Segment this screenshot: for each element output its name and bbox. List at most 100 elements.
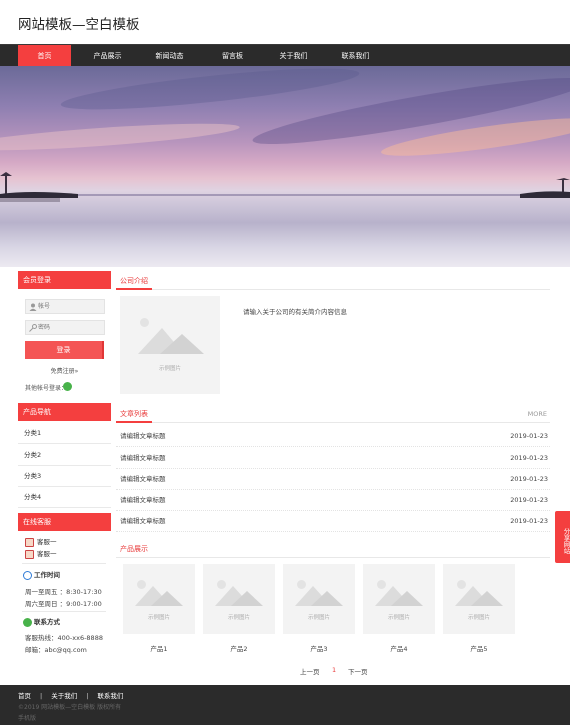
company-image: 示例图片 bbox=[120, 296, 220, 394]
category-item[interactable]: 分类3 bbox=[18, 466, 111, 487]
username-field[interactable] bbox=[25, 299, 105, 314]
article-row[interactable]: 请编辑文章标题 2019-01-23 bbox=[116, 511, 550, 532]
divider bbox=[22, 611, 106, 612]
nav-item-contact[interactable]: 联系我们 bbox=[328, 45, 383, 67]
clock-icon bbox=[23, 570, 32, 580]
key-icon bbox=[29, 324, 37, 332]
product-image[interactable]: 示例图片 bbox=[443, 564, 515, 634]
username-input[interactable] bbox=[38, 301, 102, 312]
pager-prev[interactable]: 上一页 bbox=[300, 666, 320, 676]
articles-section-title[interactable]: 文章列表 bbox=[116, 405, 152, 423]
article-date: 2019-01-23 bbox=[510, 475, 548, 483]
contact-label: 联系方式 bbox=[34, 618, 60, 626]
article-title[interactable]: 请编辑文章标题 bbox=[120, 469, 166, 490]
articles-more-link[interactable]: MORE bbox=[528, 405, 547, 423]
wechat-login-icon[interactable] bbox=[63, 382, 72, 391]
products-section-title[interactable]: 产品展示 bbox=[116, 540, 152, 558]
image-caption: 示例图片 bbox=[227, 615, 250, 621]
footer-copyright: ©2019 网站模板—空白模板 版权所有 bbox=[18, 704, 122, 711]
product-image[interactable]: 示例图片 bbox=[203, 564, 275, 634]
article-date: 2019-01-23 bbox=[510, 496, 548, 504]
product-image[interactable]: 示例图片 bbox=[123, 564, 195, 634]
pier-left bbox=[0, 172, 78, 202]
login-panel-title: 会员登录 bbox=[18, 271, 111, 289]
article-title[interactable]: 请编辑文章标题 bbox=[120, 511, 166, 532]
article-row[interactable]: 请编辑文章标题 2019-01-23 bbox=[116, 469, 550, 490]
password-input[interactable] bbox=[38, 322, 102, 333]
agent-name: 客服一 bbox=[37, 550, 57, 558]
footer-separator: | bbox=[40, 692, 43, 700]
contact-line: 邮箱：abc@qq.com bbox=[25, 646, 87, 654]
pager-next[interactable]: 下一页 bbox=[348, 666, 368, 676]
article-title[interactable]: 请编辑文章标题 bbox=[120, 448, 166, 469]
image-caption: 示例图片 bbox=[467, 615, 490, 621]
footer-separator: | bbox=[86, 692, 89, 700]
nav-item-about[interactable]: 关于我们 bbox=[266, 45, 321, 67]
other-login-label: 其他帐号登录： bbox=[25, 385, 68, 392]
company-section-title[interactable]: 公司介绍 bbox=[116, 272, 152, 290]
pager-current[interactable]: 1 bbox=[332, 666, 336, 674]
image-caption: 示例图片 bbox=[307, 615, 330, 621]
product-name[interactable]: 产品5 bbox=[443, 643, 515, 653]
agent-avatar-icon bbox=[25, 537, 34, 547]
article-title[interactable]: 请编辑文章标题 bbox=[120, 426, 166, 447]
product-image[interactable]: 示例图片 bbox=[363, 564, 435, 634]
category-item[interactable]: 分类1 bbox=[18, 423, 111, 444]
agent-avatar-icon bbox=[25, 549, 34, 559]
article-row[interactable]: 请编辑文章标题 2019-01-23 bbox=[116, 490, 550, 511]
image-caption: 示例图片 bbox=[387, 615, 410, 621]
article-date: 2019-01-23 bbox=[510, 517, 548, 525]
agent-name: 客服一 bbox=[37, 538, 57, 546]
footer-link-contact[interactable]: 联系我们 bbox=[97, 690, 123, 700]
category-item[interactable]: 分类4 bbox=[18, 487, 111, 508]
service-agent[interactable]: 客服一 bbox=[25, 537, 57, 547]
pier-right bbox=[520, 178, 570, 198]
nav-item-guestbook[interactable]: 留言板 bbox=[205, 45, 260, 67]
main-nav: 首页 产品展示 新闻动态 留言板 关于我们 联系我们 bbox=[0, 44, 570, 67]
product-name[interactable]: 产品4 bbox=[363, 643, 435, 653]
footer-mobile-link[interactable]: 手机版 bbox=[18, 713, 36, 722]
products-section-header: 产品展示 bbox=[116, 540, 550, 558]
site-title[interactable]: 网站模板—空白模板 bbox=[18, 13, 140, 33]
image-placeholder-mountains bbox=[375, 586, 423, 606]
category-item[interactable]: 分类2 bbox=[18, 445, 111, 466]
work-time-line: 周一至周五 ：8:30-17:30 bbox=[25, 588, 102, 596]
nav-item-products[interactable]: 产品展示 bbox=[80, 45, 135, 67]
service-agent[interactable]: 客服一 bbox=[25, 549, 57, 559]
company-intro-text: 请输入关于公司的有关简介内容信息 bbox=[243, 308, 347, 316]
contact-line: 客服热线：400-xx6-8888 bbox=[25, 634, 103, 642]
hero-banner bbox=[0, 66, 570, 267]
footer: 首页 | 关于我们 | 联系我们 ©2019 网站模板—空白模板 版权所有 手机版 bbox=[0, 685, 570, 725]
work-time-line: 周六至周日 ：9:00-17:00 bbox=[25, 600, 102, 608]
image-placeholder-mountains bbox=[295, 586, 343, 606]
article-title[interactable]: 请编辑文章标题 bbox=[120, 490, 166, 511]
product-image[interactable]: 示例图片 bbox=[283, 564, 355, 634]
image-placeholder-mountains bbox=[455, 586, 503, 606]
sky-cloud bbox=[0, 118, 241, 156]
contact-title: 联系方式 bbox=[23, 617, 60, 627]
article-row[interactable]: 请编辑文章标题 2019-01-23 bbox=[116, 426, 550, 447]
articles-section-header: 文章列表 MORE bbox=[116, 405, 550, 423]
product-name[interactable]: 产品3 bbox=[283, 643, 355, 653]
image-placeholder-mountains bbox=[215, 586, 263, 606]
product-name[interactable]: 产品2 bbox=[203, 643, 275, 653]
nav-item-home[interactable]: 首页 bbox=[18, 45, 71, 67]
share-site-button[interactable]: 分享网站 bbox=[555, 511, 570, 563]
nav-item-news[interactable]: 新闻动态 bbox=[142, 45, 197, 67]
image-placeholder-mountains bbox=[135, 586, 183, 606]
work-time-label: 工作时间 bbox=[34, 571, 60, 579]
register-link[interactable]: 免费注册» bbox=[18, 366, 111, 375]
contact-icon bbox=[23, 617, 32, 627]
product-name[interactable]: 产品1 bbox=[123, 643, 195, 653]
article-row[interactable]: 请编辑文章标题 2019-01-23 bbox=[116, 448, 550, 469]
online-service-title: 在线客服 bbox=[18, 513, 111, 531]
image-placeholder-mountains bbox=[138, 328, 204, 354]
work-time-title: 工作时间 bbox=[23, 570, 60, 580]
login-button[interactable]: 登录 bbox=[25, 341, 104, 359]
footer-link-about[interactable]: 关于我们 bbox=[51, 690, 77, 700]
article-date: 2019-01-23 bbox=[510, 432, 548, 440]
password-field[interactable] bbox=[25, 320, 105, 335]
header: 网站模板—空白模板 bbox=[0, 0, 570, 44]
footer-links: 首页 | 关于我们 | 联系我们 bbox=[18, 690, 123, 700]
footer-link-home[interactable]: 首页 bbox=[18, 690, 31, 700]
